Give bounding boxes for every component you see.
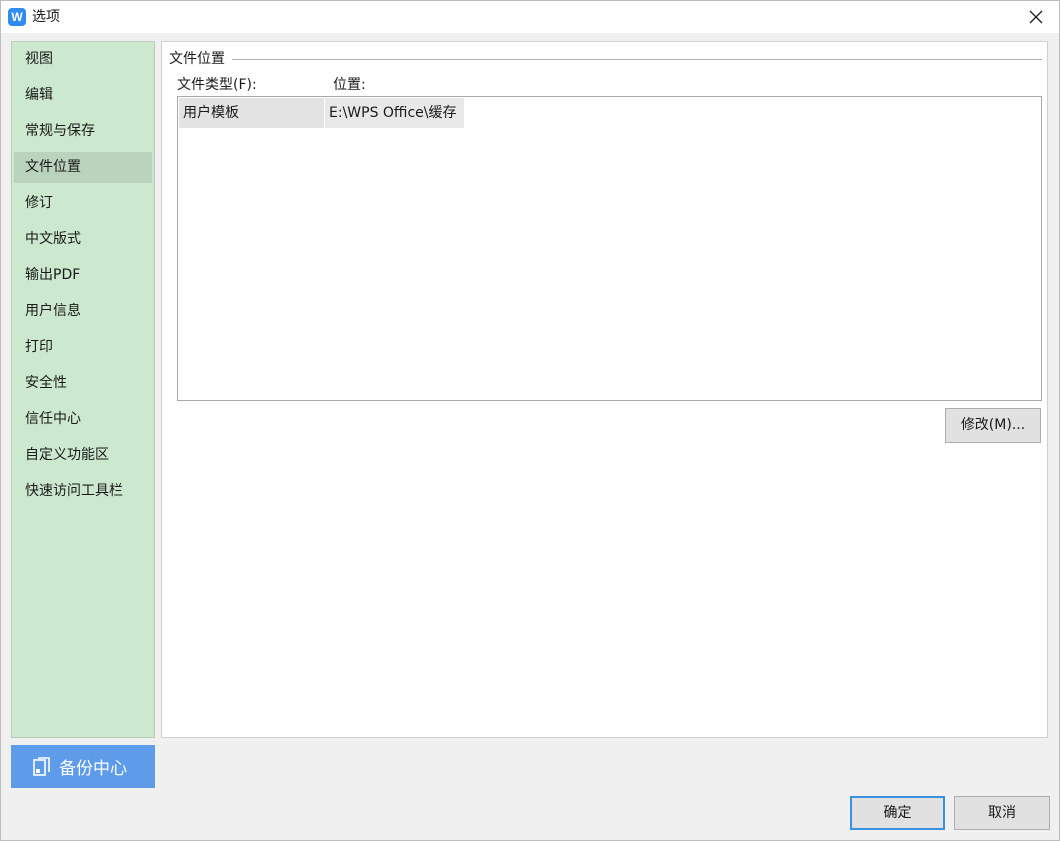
sidebar-item-export-pdf[interactable]: 输出PDF xyxy=(14,260,152,291)
sidebar-item-label: 自定义功能区 xyxy=(25,447,109,463)
sidebar-item-trust-center[interactable]: 信任中心 xyxy=(14,404,152,435)
ok-button[interactable]: 确定 xyxy=(850,796,945,830)
sidebar-item-chinese-layout[interactable]: 中文版式 xyxy=(14,224,152,255)
sidebar-item-label: 安全性 xyxy=(25,375,67,391)
sidebar-item-general-save[interactable]: 常规与保存 xyxy=(14,116,152,147)
column-header-file-type: 文件类型(F): xyxy=(177,77,257,93)
sidebar-item-label: 编辑 xyxy=(25,87,53,103)
file-location-panel: 文件位置 文件类型(F): 位置: 用户模板 E:\WPS Office\缓存 … xyxy=(161,41,1048,738)
title-bar: W 选项 xyxy=(1,1,1059,33)
close-button[interactable] xyxy=(1023,5,1049,29)
backup-icon xyxy=(33,756,50,776)
sidebar-item-label: 用户信息 xyxy=(25,303,81,319)
file-type-cell: 用户模板 xyxy=(179,98,324,128)
group-divider xyxy=(232,59,1042,60)
sidebar-item-label: 修订 xyxy=(25,195,53,211)
backup-center-button[interactable]: 备份中心 xyxy=(11,745,155,788)
sidebar-item-label: 文件位置 xyxy=(25,159,81,175)
sidebar-item-label: 快速访问工具栏 xyxy=(25,483,123,499)
sidebar-item-user-info[interactable]: 用户信息 xyxy=(14,296,152,327)
options-dialog: W 选项 视图 编辑 常规与保存 文件位置 修订 中文版式 输出PDF 用户信息… xyxy=(0,0,1060,841)
sidebar-item-label: 信任中心 xyxy=(25,411,81,427)
close-icon xyxy=(1029,10,1043,24)
sidebar-item-view[interactable]: 视图 xyxy=(14,44,152,75)
sidebar-item-file-location[interactable]: 文件位置 xyxy=(14,152,152,183)
sidebar-item-edit[interactable]: 编辑 xyxy=(14,80,152,111)
modify-button[interactable]: 修改(M)... xyxy=(945,408,1041,443)
sidebar-item-customize-ribbon[interactable]: 自定义功能区 xyxy=(14,440,152,471)
column-header-location: 位置: xyxy=(333,77,366,93)
file-location-list[interactable]: 用户模板 E:\WPS Office\缓存 xyxy=(177,96,1042,401)
sidebar-item-quick-access-toolbar[interactable]: 快速访问工具栏 xyxy=(14,476,152,507)
list-item[interactable]: 用户模板 E:\WPS Office\缓存 xyxy=(179,98,464,128)
sidebar-item-label: 中文版式 xyxy=(25,231,81,247)
location-cell: E:\WPS Office\缓存 xyxy=(325,98,464,128)
sidebar-item-label: 视图 xyxy=(25,51,53,67)
sidebar-item-label: 打印 xyxy=(25,339,53,355)
sidebar-item-label: 常规与保存 xyxy=(25,123,95,139)
sidebar-item-revision[interactable]: 修订 xyxy=(14,188,152,219)
backup-center-label: 备份中心 xyxy=(59,759,127,779)
sidebar-item-label: 输出PDF xyxy=(25,267,81,283)
window-title: 选项 xyxy=(32,9,60,25)
sidebar-item-security[interactable]: 安全性 xyxy=(14,368,152,399)
group-title: 文件位置 xyxy=(169,50,229,68)
options-sidebar: 视图 编辑 常规与保存 文件位置 修订 中文版式 输出PDF 用户信息 打印 安… xyxy=(11,41,155,738)
sidebar-item-print[interactable]: 打印 xyxy=(14,332,152,363)
wps-writer-icon: W xyxy=(8,8,26,26)
cancel-button[interactable]: 取消 xyxy=(954,796,1050,830)
